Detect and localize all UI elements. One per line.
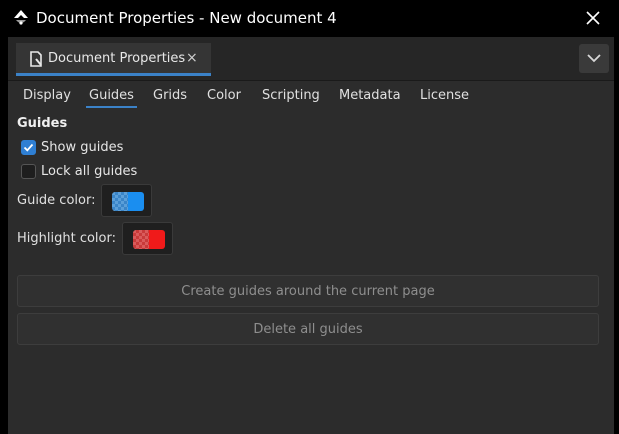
highlight-color-swatch bbox=[133, 230, 165, 249]
close-icon[interactable] bbox=[584, 9, 602, 27]
properties-tabs: Display Guides Grids Color Scripting Met… bbox=[8, 85, 614, 109]
show-guides-label: Show guides bbox=[41, 139, 124, 155]
window-title: Document Properties - New document 4 bbox=[36, 9, 337, 27]
guide-color-label: Guide color: bbox=[17, 193, 96, 208]
tab-color[interactable]: Color bbox=[207, 88, 241, 103]
dock-tab-document-properties[interactable]: Document Properties × bbox=[16, 43, 211, 76]
tab-license[interactable]: License bbox=[420, 88, 469, 103]
lock-guides-label: Lock all guides bbox=[41, 163, 138, 179]
lock-guides-checkbox-row[interactable]: Lock all guides bbox=[21, 162, 137, 180]
tab-scripting[interactable]: Scripting bbox=[262, 88, 320, 103]
inkscape-logo-icon bbox=[12, 9, 30, 27]
dock-header: Document Properties × bbox=[8, 37, 614, 81]
show-guides-checkbox-row[interactable]: Show guides bbox=[21, 138, 123, 156]
tab-guides[interactable]: Guides bbox=[86, 88, 137, 108]
highlight-color-row: Highlight color: bbox=[17, 222, 173, 255]
checkmark-icon bbox=[23, 143, 34, 152]
create-guides-button[interactable]: Create guides around the current page bbox=[17, 275, 599, 307]
delete-guides-button[interactable]: Delete all guides bbox=[17, 313, 599, 345]
highlight-color-button[interactable] bbox=[122, 222, 173, 255]
tab-grids[interactable]: Grids bbox=[153, 88, 187, 103]
highlight-color-label: Highlight color: bbox=[17, 231, 116, 246]
show-guides-checkbox[interactable] bbox=[21, 139, 36, 155]
dock-menu-button[interactable] bbox=[579, 44, 609, 73]
document-properties-panel: Document Properties × Display Guides Gri… bbox=[8, 37, 614, 434]
guide-color-button[interactable] bbox=[101, 184, 153, 217]
guide-color-swatch bbox=[112, 192, 145, 211]
tab-metadata[interactable]: Metadata bbox=[339, 88, 401, 103]
guide-color-row: Guide color: bbox=[17, 184, 153, 217]
document-properties-icon bbox=[28, 51, 44, 67]
guides-section-title: Guides bbox=[17, 116, 68, 131]
tab-display[interactable]: Display bbox=[23, 88, 71, 103]
lock-guides-checkbox[interactable] bbox=[21, 163, 36, 179]
window-titlebar: Document Properties - New document 4 bbox=[0, 0, 619, 37]
dock-tab-label: Document Properties bbox=[48, 51, 186, 66]
dock-tab-close-icon[interactable]: × bbox=[186, 50, 198, 66]
